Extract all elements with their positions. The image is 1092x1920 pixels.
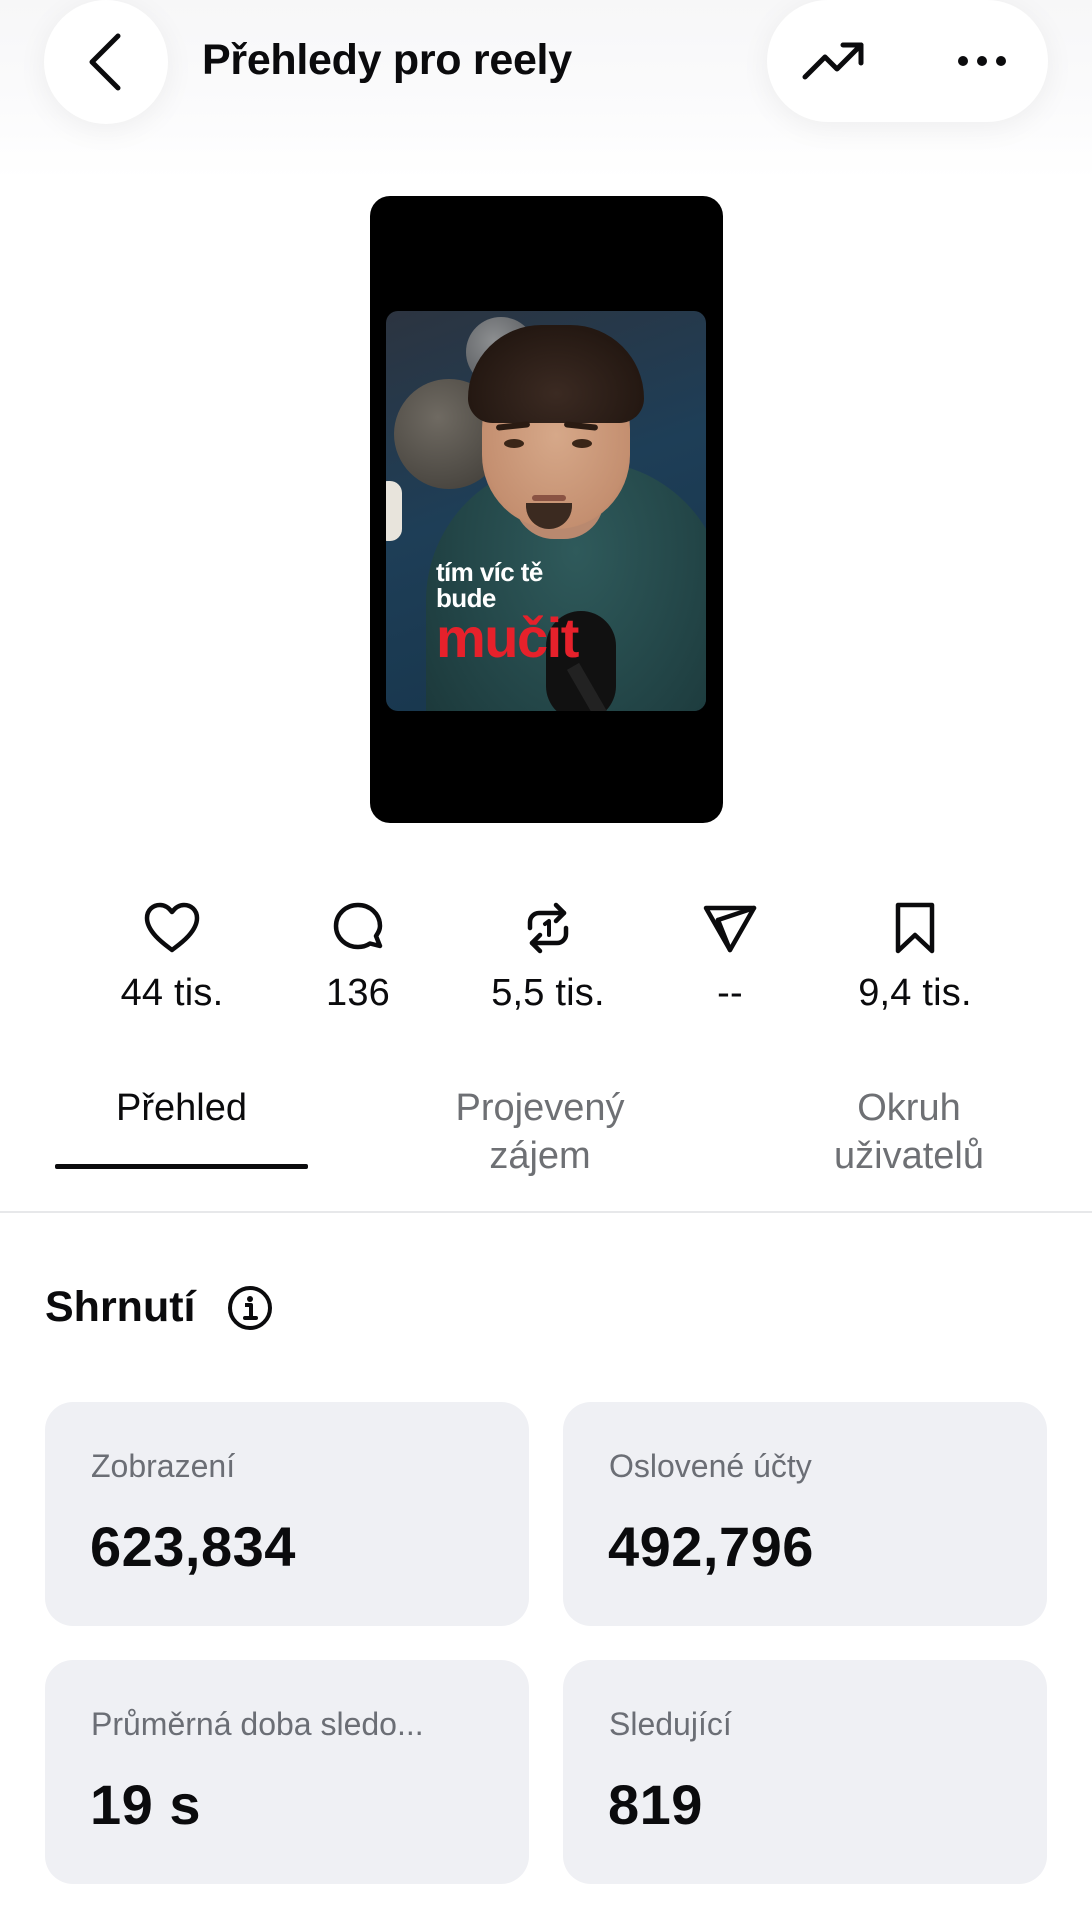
page-title: Přehledy pro reely <box>202 36 572 84</box>
more-horizontal-icon <box>958 56 1006 66</box>
stat-comments: 136 <box>268 896 448 1015</box>
chevron-left-icon <box>89 33 121 91</box>
card-value: 19 s <box>90 1773 201 1836</box>
lamp-decoration <box>386 481 402 541</box>
share-icon <box>698 896 762 960</box>
tab-overview[interactable]: Přehled <box>55 1084 308 1132</box>
tab-label: Projevený zájem <box>455 1087 625 1177</box>
info-icon[interactable] <box>226 1284 274 1332</box>
person-mouth <box>532 495 566 501</box>
summary-card-accounts-reached[interactable]: Oslovené účty 492,796 <box>563 1402 1047 1626</box>
caption-highlight: mučit <box>436 606 579 669</box>
divider <box>0 1211 1092 1213</box>
section-title: Shrnutí <box>45 1283 196 1331</box>
card-value: 819 <box>608 1773 703 1836</box>
tab-engagement[interactable]: Projevený zájem <box>420 1084 660 1180</box>
bookmark-icon <box>883 896 947 960</box>
summary-card-views[interactable]: Zobrazení 623,834 <box>45 1402 529 1626</box>
card-label: Zobrazení <box>91 1448 236 1484</box>
stat-shares: -- <box>640 896 820 1015</box>
card-value: 623,834 <box>90 1515 296 1578</box>
person-eye <box>572 439 592 448</box>
tab-label: Okruh uživatelů <box>834 1087 984 1177</box>
card-label: Sledující <box>609 1706 732 1742</box>
stat-value: 5,5 tis. <box>491 972 605 1014</box>
reel-video-frame: tím víc tě bude mučit <box>386 311 706 711</box>
trending-button[interactable] <box>799 26 869 96</box>
card-value: 492,796 <box>608 1515 814 1578</box>
more-options-button[interactable] <box>947 26 1017 96</box>
stat-value: 9,4 tis. <box>858 972 972 1014</box>
stat-value: 44 tis. <box>120 972 224 1014</box>
summary-card-avg-watch-time[interactable]: Průměrná doba sledo... 19 s <box>45 1660 529 1884</box>
tab-label: Přehled <box>116 1087 247 1129</box>
card-label: Průměrná doba sledo... <box>91 1706 424 1742</box>
stat-value: 136 <box>325 972 390 1014</box>
back-button[interactable] <box>44 0 168 124</box>
trending-up-icon <box>802 42 864 80</box>
stat-saves: 9,4 tis. <box>825 896 1005 1015</box>
summary-card-followers[interactable]: Sledující 819 <box>563 1660 1047 1884</box>
comment-icon <box>326 896 390 960</box>
tab-audience[interactable]: Okruh uživatelů <box>798 1084 1020 1180</box>
stat-likes: 44 tis. <box>82 896 262 1015</box>
reel-thumbnail[interactable]: tím víc tě bude mučit <box>370 196 723 823</box>
repost-icon <box>516 896 580 960</box>
stat-reposts: 5,5 tis. <box>458 896 638 1015</box>
caption-line: tím víc tě <box>436 557 543 587</box>
card-label: Oslovené účty <box>609 1448 812 1484</box>
active-tab-indicator <box>55 1164 308 1169</box>
reel-caption-overlay: tím víc tě bude mučit <box>436 557 579 669</box>
top-bar: Přehledy pro reely <box>0 0 1092 180</box>
header-actions <box>767 0 1048 122</box>
heart-icon <box>140 896 204 960</box>
person-eye <box>504 439 524 448</box>
stat-value: -- <box>717 972 743 1014</box>
